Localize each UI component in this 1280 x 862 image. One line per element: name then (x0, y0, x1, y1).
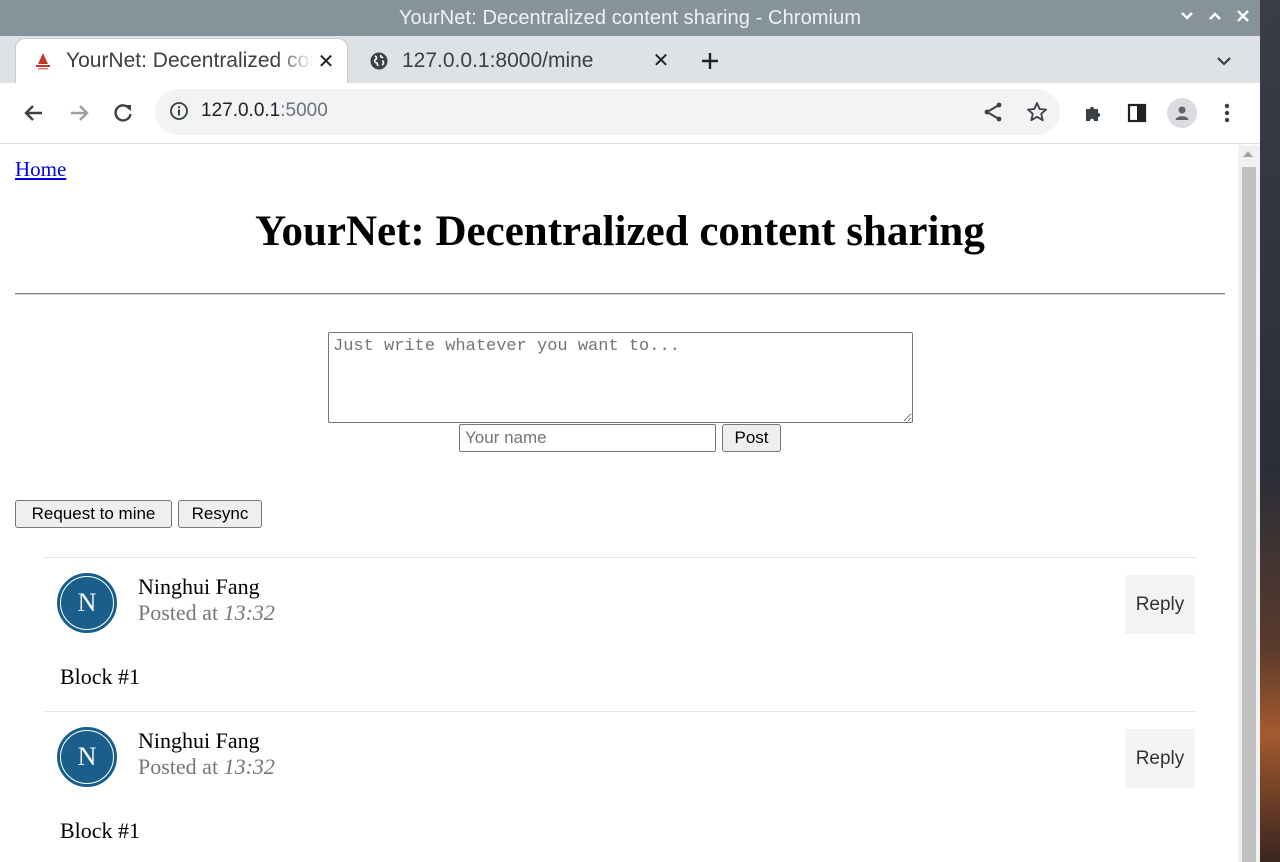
tab-yournet[interactable]: YourNet: Decentralized content sharing ✕ (15, 38, 348, 83)
tab-mine[interactable]: 127.0.0.1:8000/mine ✕ (352, 38, 682, 83)
close-tab-icon[interactable]: ✕ (648, 48, 674, 73)
site-info-icon[interactable] (169, 101, 189, 126)
window-controls (1180, 0, 1250, 36)
author-name-input[interactable] (459, 424, 716, 452)
avatar: N (57, 573, 117, 633)
posted-at-label: Posted at (138, 754, 219, 779)
post-time: 13:32 (223, 754, 275, 779)
post-timestamp: Posted at 13:32 (138, 754, 275, 780)
home-link[interactable]: Home (15, 157, 66, 182)
address-bar[interactable]: 127.0.0.1:5000 (155, 89, 1060, 135)
post-content: Block #1 (60, 818, 141, 843)
minimize-icon[interactable] (1180, 9, 1194, 28)
posted-at-label: Posted at (138, 600, 219, 625)
tab-label: 127.0.0.1:8000/mine (402, 48, 594, 72)
tab-label: YourNet: Decentralized content sharing (66, 49, 313, 72)
reply-button[interactable]: Reply (1125, 729, 1195, 788)
post-timestamp: Posted at 13:32 (138, 600, 275, 626)
tab-search-icon[interactable] (1216, 38, 1232, 83)
url-text[interactable]: 127.0.0.1:5000 (201, 100, 328, 122)
profile-avatar (1167, 98, 1197, 128)
bookmark-star-icon[interactable] (1025, 100, 1049, 124)
post-content-textarea[interactable] (328, 332, 913, 423)
url-host: 127.0.0.1 (201, 100, 281, 121)
post-button[interactable]: Post (722, 424, 781, 452)
url-port: :5000 (280, 100, 328, 121)
post-author: Ninghui Fang (138, 574, 260, 599)
scroll-up-icon[interactable] (1243, 151, 1253, 157)
page-viewport: Home YourNet: Decentralized content shar… (0, 145, 1260, 862)
extensions-icon[interactable] (1076, 96, 1110, 130)
maximize-icon[interactable] (1208, 9, 1222, 28)
close-tab-icon[interactable]: ✕ (313, 49, 339, 74)
page-title: YourNet: Decentralized content sharing (255, 208, 985, 255)
profile-icon[interactable] (1165, 96, 1199, 130)
back-icon[interactable] (17, 96, 51, 130)
desktop-background (1260, 0, 1280, 862)
request-to-mine-button[interactable]: Request to mine (15, 500, 172, 528)
avatar-initial: N (60, 730, 114, 784)
reply-button[interactable]: Reply (1125, 575, 1195, 634)
reload-icon[interactable] (106, 96, 140, 130)
post-card: N Ninghui Fang Posted at 13:32 Reply Blo… (43, 557, 1197, 712)
new-tab-icon[interactable] (700, 38, 720, 83)
globe-icon (368, 50, 390, 72)
browser-toolbar: 127.0.0.1:5000 (0, 83, 1260, 144)
close-window-icon[interactable] (1236, 9, 1250, 28)
share-icon[interactable] (981, 100, 1005, 124)
avatar: N (57, 727, 117, 787)
avatar-initial: N (60, 576, 114, 630)
browser-menu-icon[interactable] (1210, 96, 1244, 130)
post-content: Block #1 (60, 664, 141, 689)
scrollbar-thumb[interactable] (1242, 167, 1256, 862)
window-titlebar[interactable]: YourNet: Decentralized content sharing -… (0, 0, 1260, 36)
post-author: Ninghui Fang (138, 728, 260, 753)
browser-window: YourNet: Decentralized content sharing -… (0, 0, 1260, 862)
resync-button[interactable]: Resync (178, 500, 262, 528)
forward-icon[interactable] (62, 96, 96, 130)
yournet-logo-icon (32, 50, 54, 72)
page-scrollbar[interactable] (1238, 145, 1260, 862)
post-card: N Ninghui Fang Posted at 13:32 Reply Blo… (43, 711, 1197, 862)
post-time: 13:32 (223, 600, 275, 625)
window-title: YourNet: Decentralized content sharing -… (398, 6, 862, 29)
tab-strip: YourNet: Decentralized content sharing ✕… (0, 36, 1260, 83)
side-panel-icon[interactable] (1120, 96, 1154, 130)
divider (15, 293, 1225, 295)
